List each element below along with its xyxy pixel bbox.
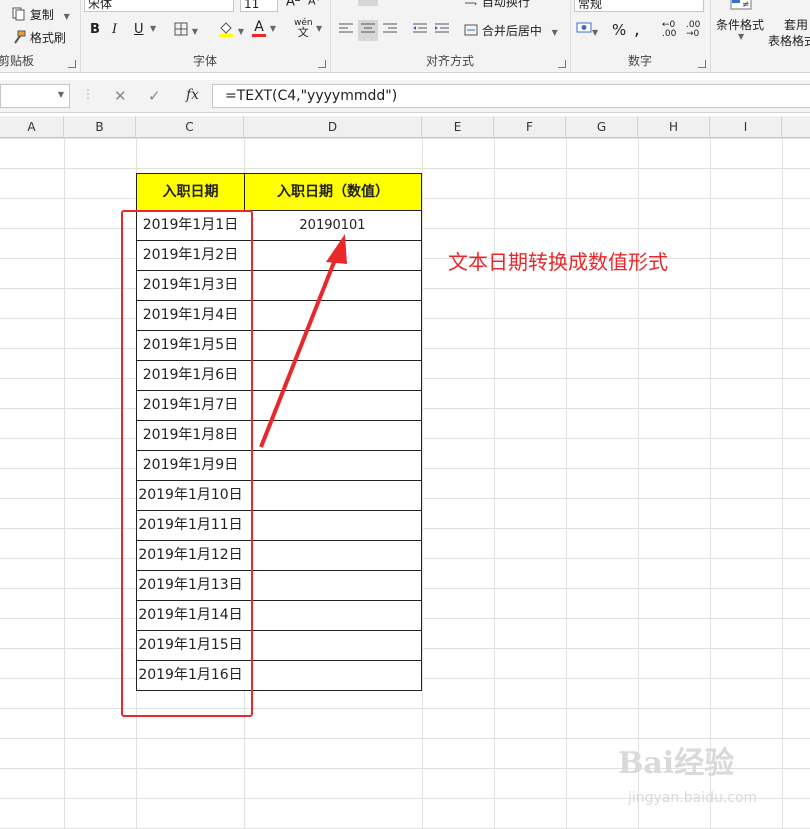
watermark: Bai经验 [618, 746, 735, 781]
watermark-url: jingyan.baidu.com [628, 790, 758, 806]
arrow-annotation [259, 234, 347, 448]
annotation-text: 文本日期转换成数值形式 [448, 250, 668, 274]
